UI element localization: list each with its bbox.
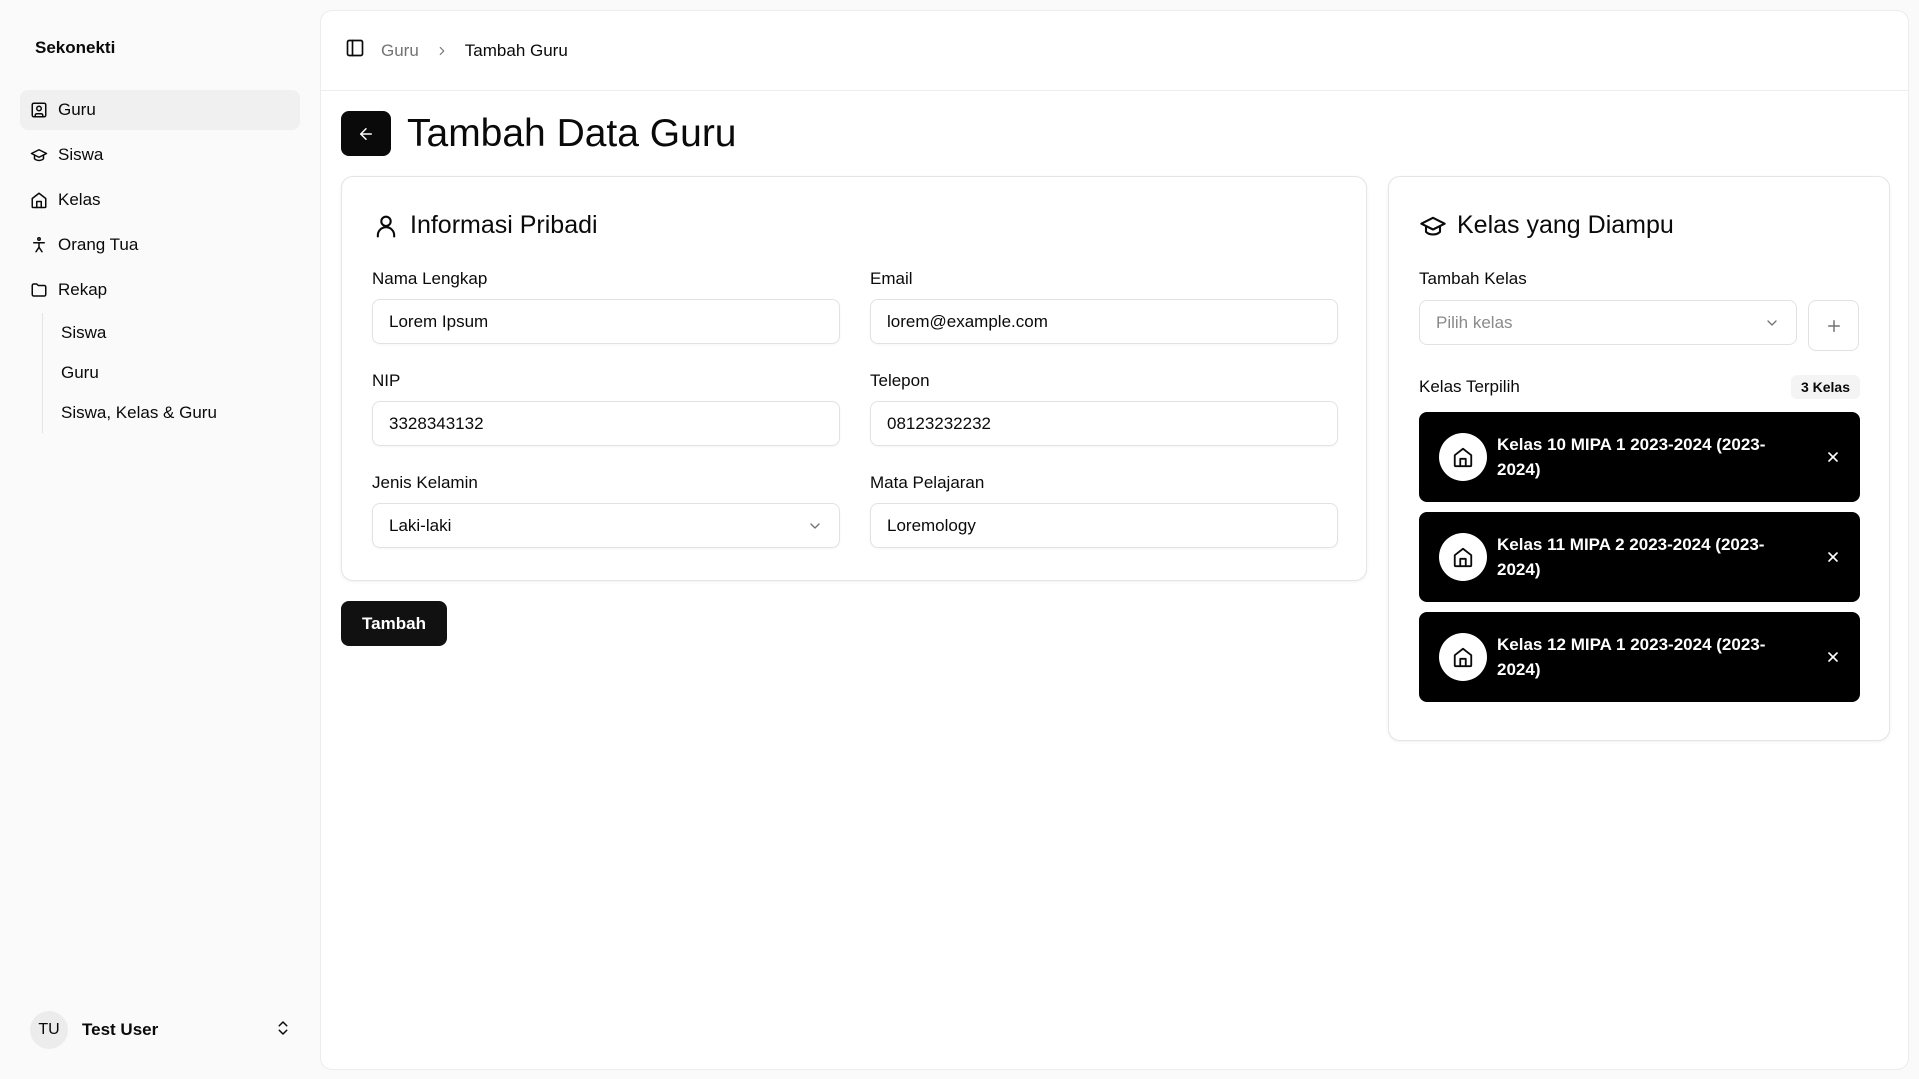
remove-class-button[interactable] — [1822, 646, 1844, 668]
selected-classes-header: Kelas Terpilih 3 Kelas — [1419, 372, 1860, 402]
sidebar-nav: Guru Siswa Kelas Orang Tua Rekap Siswa G… — [20, 90, 300, 433]
subject-input[interactable]: Loremology — [870, 503, 1338, 548]
list-item: Kelas 12 MIPA 1 2023-2024 (2023-2024) — [1419, 612, 1860, 702]
input-value: Loremology — [887, 515, 976, 535]
input-value: lorem@example.com — [887, 311, 1048, 331]
breadcrumb-current: Tambah Guru — [464, 40, 568, 60]
selected-classes-label: Kelas Terpilih — [1419, 377, 1520, 396]
sidebar-item-label: Guru — [58, 100, 96, 119]
field-label: NIP — [372, 371, 401, 390]
field-label: Nama Lengkap — [372, 269, 488, 288]
user-square-icon — [31, 102, 47, 118]
name-input[interactable]: Lorem Ipsum — [372, 299, 840, 344]
user-name: Test User — [82, 1020, 159, 1039]
field-gender: Jenis Kelamin Laki-laki — [372, 473, 840, 548]
back-button[interactable] — [341, 111, 391, 156]
field-mapel: Mata Pelajaran Loremology — [870, 473, 1338, 548]
class-select[interactable]: Pilih kelas — [1419, 300, 1797, 345]
main-panel: Guru Tambah Guru Tambah Data Guru Inform… — [320, 10, 1909, 1070]
arrow-left-icon — [360, 127, 372, 140]
count-badge: 3 Kelas — [1790, 375, 1860, 399]
select-value: Laki-laki — [389, 515, 452, 535]
nip-input[interactable]: 3328343132 — [372, 401, 840, 446]
card-title-text: Kelas yang Diampu — [1457, 211, 1674, 239]
classes-card: Kelas yang Diampu Tambah Kelas Pilih kel… — [1388, 176, 1890, 741]
user-icon — [376, 215, 396, 238]
input-value: Lorem Ipsum — [389, 311, 489, 331]
field-email: Email lorem@example.com — [870, 269, 1338, 344]
sidebar: Sekonekti Guru Siswa Kelas Orang Tua Rek… — [0, 0, 319, 1079]
field-label: Email — [870, 269, 913, 288]
remove-class-button[interactable] — [1822, 546, 1844, 568]
rekap-subnav: Siswa Guru Siswa, Kelas & Guru — [42, 313, 300, 433]
close-icon — [1828, 652, 1838, 662]
graduation-cap-icon — [1420, 216, 1446, 236]
selected-class-list: Kelas 10 MIPA 1 2023-2024 (2023-2024) Ke… — [1419, 412, 1860, 712]
personal-info-card: Informasi Pribadi Nama Lengkap Lorem Ips… — [341, 176, 1367, 581]
sidebar-subitem-rekap-siswa[interactable]: Siswa — [61, 313, 300, 353]
home-icon — [1439, 633, 1487, 681]
chevrons-up-down-icon — [274, 1019, 292, 1042]
user-menu[interactable]: TU Test User — [30, 1011, 292, 1049]
sidebar-item-label: Siswa — [58, 145, 104, 164]
field-label: Mata Pelajaran — [870, 473, 985, 492]
field-label: Telepon — [870, 371, 930, 390]
class-name: Kelas 11 MIPA 2 2023-2024 (2023-2024) — [1497, 535, 1765, 579]
card-title: Informasi Pribadi — [372, 211, 598, 240]
home-icon — [1439, 533, 1487, 581]
sidebar-item-label: Rekap — [58, 280, 108, 299]
sidebar-item-guru[interactable]: Guru — [20, 90, 300, 130]
sidebar-item-kelas[interactable]: Kelas — [20, 180, 300, 220]
submit-button[interactable]: Tambah — [341, 601, 447, 646]
email-input[interactable]: lorem@example.com — [870, 299, 1338, 344]
sidebar-item-rekap[interactable]: Rekap — [20, 270, 300, 310]
sidebar-item-siswa[interactable]: Siswa — [20, 135, 300, 175]
chevron-right-icon — [435, 44, 449, 58]
sidebar-toggle-icon[interactable] — [345, 38, 365, 63]
home-icon — [31, 192, 47, 209]
list-item: Kelas 10 MIPA 1 2023-2024 (2023-2024) — [1419, 412, 1860, 502]
chevron-down-icon — [1767, 319, 1777, 326]
avatar: TU — [30, 1011, 68, 1049]
field-nip: NIP 3328343132 — [372, 371, 840, 446]
list-item: Kelas 11 MIPA 2 2023-2024 (2023-2024) — [1419, 512, 1860, 602]
field-nama: Nama Lengkap Lorem Ipsum — [372, 269, 840, 344]
sidebar-subitem-rekap-guru[interactable]: Guru — [61, 353, 300, 393]
plus-icon — [1827, 319, 1840, 332]
top-bar: Guru Tambah Guru — [321, 11, 1908, 91]
graduation-cap-icon — [30, 149, 48, 162]
field-telepon: Telepon 08123232232 — [870, 371, 1338, 446]
sidebar-item-label: Kelas — [58, 190, 101, 209]
field-label: Jenis Kelamin — [372, 473, 478, 492]
add-class-label: Tambah Kelas — [1419, 269, 1527, 288]
phone-input[interactable]: 08123232232 — [870, 401, 1338, 446]
card-title: Kelas yang Diampu — [1419, 211, 1674, 240]
close-icon — [1828, 552, 1838, 562]
card-title-text: Informasi Pribadi — [410, 211, 598, 239]
input-value: 08123232232 — [887, 413, 992, 433]
page-title: Tambah Data Guru — [407, 111, 737, 155]
breadcrumb-parent[interactable]: Guru — [381, 41, 419, 61]
sidebar-subitem-rekap-all[interactable]: Siswa, Kelas & Guru — [61, 393, 300, 433]
remove-class-button[interactable] — [1822, 446, 1844, 468]
page-header: Tambah Data Guru — [341, 111, 737, 156]
person-icon — [33, 237, 45, 253]
input-value: 3328343132 — [389, 413, 484, 433]
add-class-button[interactable] — [1808, 300, 1859, 351]
brand-name: Sekonekti — [35, 38, 116, 57]
class-name: Kelas 10 MIPA 1 2023-2024 (2023-2024) — [1497, 435, 1766, 479]
close-icon — [1828, 452, 1838, 462]
home-icon — [1439, 433, 1487, 481]
sidebar-item-orang-tua[interactable]: Orang Tua — [20, 225, 300, 265]
select-placeholder: Pilih kelas — [1436, 312, 1513, 332]
chevron-down-icon — [810, 522, 820, 529]
folder-icon — [31, 283, 47, 297]
gender-select[interactable]: Laki-laki — [372, 503, 840, 548]
class-name: Kelas 12 MIPA 1 2023-2024 (2023-2024) — [1497, 635, 1766, 679]
sidebar-item-label: Orang Tua — [58, 235, 139, 254]
